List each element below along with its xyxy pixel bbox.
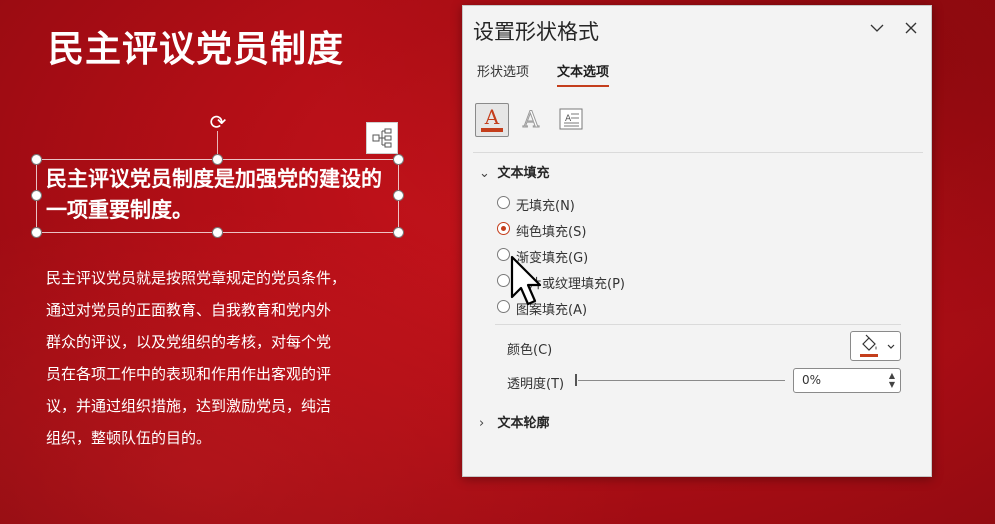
- radio-label: 无填充(N): [516, 199, 575, 214]
- active-tab-indicator: [557, 85, 609, 87]
- tab-text-options[interactable]: 文本选项: [557, 61, 609, 80]
- chevron-right-icon: ›: [479, 416, 485, 431]
- chevron-down-icon: [887, 344, 895, 349]
- slide-title[interactable]: 民主评议党员制度: [48, 20, 344, 72]
- close-icon: [905, 22, 917, 34]
- pane-close-button[interactable]: [901, 18, 921, 38]
- resize-handle-top-middle[interactable]: [212, 154, 223, 165]
- transparency-slider-thumb[interactable]: [575, 374, 577, 386]
- transparency-label: 透明度(T): [507, 377, 565, 392]
- chevron-down-icon: [870, 24, 884, 32]
- text-fill-outline-button[interactable]: A: [475, 103, 509, 137]
- resize-handle-top-right[interactable]: [393, 154, 404, 165]
- spin-arrows[interactable]: ▲ ▼: [889, 371, 895, 389]
- text-outline-header-label: 文本轮廓: [497, 416, 550, 431]
- section-divider: [495, 324, 901, 325]
- body-line: 组织，整顿队伍的目的。: [46, 429, 212, 447]
- text-effects-button[interactable]: A: [515, 103, 549, 137]
- textbox-button[interactable]: A: [555, 103, 589, 137]
- resize-handle-bottom-left[interactable]: [31, 227, 42, 238]
- format-shape-pane: 设置形状格式 形状选项 文本选项 A A A ⌄ 文本填充 无填充(N) 纯色填…: [462, 5, 932, 477]
- paint-bucket-icon: [860, 334, 878, 357]
- chevron-down-icon: ⌄: [479, 166, 490, 181]
- text-outline-section-header[interactable]: › 文本轮廓: [479, 412, 550, 431]
- layout-options-icon: [372, 128, 392, 148]
- svg-text:A: A: [522, 108, 540, 133]
- text-fill-section-header[interactable]: ⌄ 文本填充: [479, 162, 550, 181]
- resize-handle-top-left[interactable]: [31, 154, 42, 165]
- selected-textbox-text[interactable]: 民主评议党员制度是加强党的建设的一项重要制度。: [46, 163, 396, 225]
- radio-button[interactable]: [497, 222, 510, 235]
- body-line: 通过对党员的正面教育、自我教育和党内外: [46, 301, 332, 319]
- mouse-cursor-icon: [510, 255, 542, 306]
- text-effects-icon: A: [522, 108, 541, 134]
- rotate-handle-icon[interactable]: ⟳: [207, 111, 229, 133]
- pane-options-button[interactable]: [867, 18, 887, 38]
- pane-divider: [473, 152, 923, 153]
- layout-options-button[interactable]: [366, 122, 398, 154]
- resize-handle-bottom-right[interactable]: [393, 227, 404, 238]
- radio-label: 纯色填充(S): [516, 225, 587, 240]
- body-textbox[interactable]: 民主评议党员就是按照党章规定的党员条件， 通过对党员的正面教育、自我教育和党内外…: [46, 262, 406, 454]
- resize-handle-middle-left[interactable]: [31, 190, 42, 201]
- svg-text:A: A: [484, 105, 500, 129]
- body-line: 群众的评议，以及党组织的考核，对每个党: [46, 333, 332, 351]
- radio-button[interactable]: [497, 196, 510, 209]
- color-picker-button[interactable]: [850, 331, 901, 361]
- textbox-icon: A: [559, 108, 583, 130]
- body-line: 民主评议党员就是按照党章规定的党员条件，: [46, 269, 347, 287]
- color-label: 颜色(C): [507, 343, 553, 358]
- body-line: 议，并通过组织措施，达到激励党员，纯洁: [46, 397, 332, 415]
- body-line: 员在各项工作中的表现和作用作出客观的评: [46, 365, 332, 383]
- text-fill-outline-icon: A: [481, 105, 503, 132]
- transparency-slider[interactable]: [578, 380, 785, 381]
- text-fill-header-label: 文本填充: [497, 166, 550, 181]
- pane-title: 设置形状格式: [473, 20, 599, 44]
- chevron-up-icon[interactable]: ▲: [889, 371, 895, 380]
- tab-shape-options[interactable]: 形状选项: [477, 61, 529, 80]
- transparency-value: 0%: [802, 373, 822, 387]
- resize-handle-middle-right[interactable]: [393, 190, 404, 201]
- transparency-input[interactable]: 0% ▲ ▼: [793, 368, 901, 393]
- chevron-down-icon[interactable]: ▼: [889, 380, 895, 389]
- resize-handle-bottom-middle[interactable]: [212, 227, 223, 238]
